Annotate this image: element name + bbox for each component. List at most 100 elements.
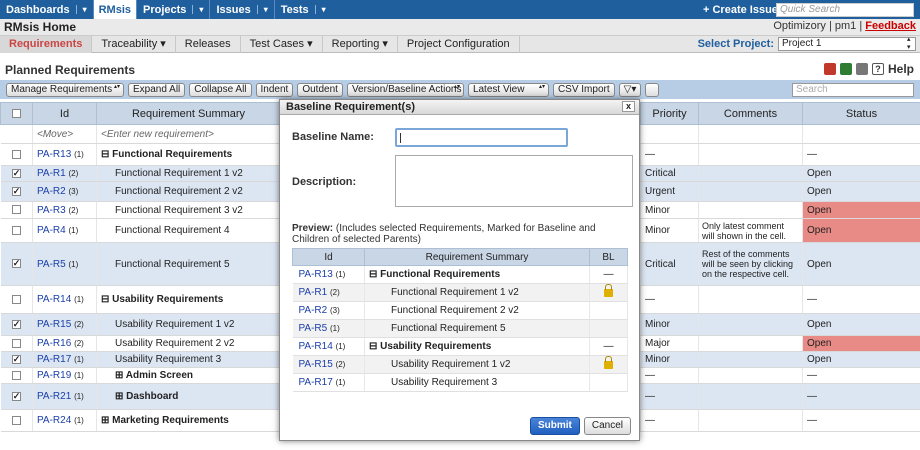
comment-cell[interactable]: [698, 335, 803, 352]
cancel-button[interactable]: Cancel: [583, 417, 631, 435]
column-header-priority[interactable]: Priority: [640, 102, 699, 125]
quick-search-input[interactable]: Quick Search: [776, 3, 914, 17]
requirement-id-link[interactable]: PA-R1: [37, 168, 66, 179]
menu-requirements[interactable]: Requirements: [0, 35, 93, 53]
status-cell[interactable]: Open: [802, 218, 920, 243]
priority-cell[interactable]: Critical: [640, 242, 699, 286]
menu-test-cases[interactable]: Test Cases ▾: [241, 35, 323, 53]
indent-button[interactable]: Indent: [255, 82, 294, 97]
nav-rmsis[interactable]: RMsis: [93, 0, 137, 19]
feedback-link[interactable]: Feedback: [865, 20, 916, 32]
close-icon[interactable]: x: [622, 101, 635, 112]
preview-id-link[interactable]: PA-R17: [299, 377, 333, 388]
priority-cell[interactable]: Critical: [640, 165, 699, 182]
menu-traceability[interactable]: Traceability ▾: [92, 35, 176, 53]
comment-cell[interactable]: Rest of the comments will be seen by cli…: [698, 242, 803, 286]
priority-cell[interactable]: Major: [640, 335, 699, 352]
requirement-id-link[interactable]: PA-R19: [37, 370, 71, 381]
row-checkbox[interactable]: ✓: [11, 168, 21, 178]
outdent-button[interactable]: Outdent: [297, 82, 343, 97]
comment-cell[interactable]: [698, 383, 803, 410]
requirement-id-link[interactable]: PA-R2: [37, 186, 66, 197]
select-all-header[interactable]: [0, 102, 33, 125]
chevron-down-icon[interactable]: ▾: [192, 5, 203, 14]
csv-import-button[interactable]: CSV Import: [552, 82, 615, 97]
requirement-id-link[interactable]: PA-R24: [37, 415, 71, 426]
priority-cell[interactable]: —: [640, 409, 699, 432]
comment-cell[interactable]: [698, 201, 803, 219]
expand-all-button[interactable]: Expand All: [128, 82, 186, 97]
status-cell[interactable]: —: [802, 367, 920, 384]
chevron-down-icon[interactable]: ▾: [314, 5, 326, 14]
priority-cell[interactable]: —: [640, 285, 699, 314]
status-cell[interactable]: Open: [802, 201, 920, 219]
optimizory-link[interactable]: Optimizory: [773, 20, 826, 32]
menu-reporting[interactable]: Reporting ▾: [323, 35, 398, 53]
column-header-summary[interactable]: Requirement Summary: [96, 102, 281, 125]
requirement-summary[interactable]: ⊞ Admin Screen: [96, 367, 281, 384]
menu-releases[interactable]: Releases: [176, 35, 241, 53]
row-checkbox[interactable]: [11, 338, 21, 348]
status-cell[interactable]: Open: [802, 165, 920, 182]
status-cell[interactable]: Open: [802, 242, 920, 286]
requirement-id-link[interactable]: PA-R4: [37, 225, 66, 236]
row-checkbox[interactable]: ✓: [11, 186, 21, 196]
row-checkbox[interactable]: ✓: [11, 391, 21, 401]
comment-cell[interactable]: [698, 165, 803, 182]
status-cell[interactable]: —: [802, 409, 920, 432]
column-header-id[interactable]: Id: [32, 102, 97, 125]
latest-view-select[interactable]: Latest View: [467, 82, 549, 97]
status-cell[interactable]: —: [802, 383, 920, 410]
requirement-summary[interactable]: Functional Requirement 4: [96, 218, 281, 243]
row-checkbox[interactable]: [11, 415, 21, 425]
comment-cell[interactable]: [698, 351, 803, 368]
status-cell[interactable]: Open: [802, 335, 920, 352]
column-header-comments[interactable]: Comments: [698, 102, 803, 125]
requirement-id-link[interactable]: PA-R21: [37, 391, 71, 402]
requirement-summary[interactable]: ⊞ Dashboard: [96, 383, 281, 410]
requirement-id-link[interactable]: PA-R5: [37, 259, 66, 270]
comment-cell[interactable]: Only latest comment will shown in the ce…: [698, 218, 803, 243]
row-checkbox[interactable]: [11, 205, 21, 215]
requirement-summary[interactable]: Usability Requirement 2 v2: [96, 335, 281, 352]
status-cell[interactable]: —: [802, 285, 920, 314]
requirement-summary[interactable]: Usability Requirement 1 v2: [96, 313, 281, 336]
manage-requirements-select[interactable]: Manage Requirements: [6, 82, 124, 97]
priority-cell[interactable]: Minor: [640, 201, 699, 219]
row-checkbox[interactable]: [11, 225, 21, 235]
pdf-export-icon[interactable]: [823, 63, 836, 75]
new-requirement-input[interactable]: <Enter new requirement>: [96, 124, 281, 144]
settings-icon[interactable]: [645, 82, 660, 97]
requirement-id-link[interactable]: PA-R3: [37, 205, 66, 216]
requirement-summary[interactable]: Functional Requirement 5: [96, 242, 281, 286]
requirement-id-link[interactable]: PA-R17: [37, 354, 71, 365]
help-link[interactable]: Help: [888, 62, 914, 76]
priority-cell[interactable]: —: [640, 367, 699, 384]
status-cell[interactable]: Open: [802, 351, 920, 368]
row-checkbox[interactable]: ✓: [11, 319, 21, 329]
preview-id-link[interactable]: PA-R2: [299, 305, 328, 316]
row-checkbox[interactable]: [11, 294, 21, 304]
requirement-summary[interactable]: Functional Requirement 1 v2: [96, 165, 281, 182]
requirement-id-link[interactable]: PA-R15: [37, 319, 71, 330]
requirement-summary[interactable]: Usability Requirement 3: [96, 351, 281, 368]
help-icon[interactable]: ?: [871, 63, 884, 75]
priority-cell[interactable]: —: [640, 383, 699, 410]
baseline-name-input[interactable]: [395, 128, 568, 147]
status-cell[interactable]: —: [802, 143, 920, 166]
project-select[interactable]: Project 1: [778, 36, 916, 52]
priority-cell[interactable]: Minor: [640, 313, 699, 336]
column-header-status[interactable]: Status: [802, 102, 920, 125]
tools-icon[interactable]: [855, 63, 868, 75]
preview-id-link[interactable]: PA-R13: [299, 269, 333, 280]
comment-cell[interactable]: [698, 367, 803, 384]
priority-cell[interactable]: Urgent: [640, 181, 699, 202]
move-cell[interactable]: <Move>: [32, 124, 97, 144]
comment-cell[interactable]: [698, 181, 803, 202]
requirement-summary[interactable]: Functional Requirement 2 v2: [96, 181, 281, 202]
comment-cell[interactable]: [698, 313, 803, 336]
comment-cell[interactable]: [698, 285, 803, 314]
chevron-down-icon[interactable]: ▾: [75, 5, 87, 14]
row-checkbox[interactable]: ✓: [11, 259, 21, 269]
requirement-summary[interactable]: ⊟ Usability Requirements: [96, 285, 281, 314]
